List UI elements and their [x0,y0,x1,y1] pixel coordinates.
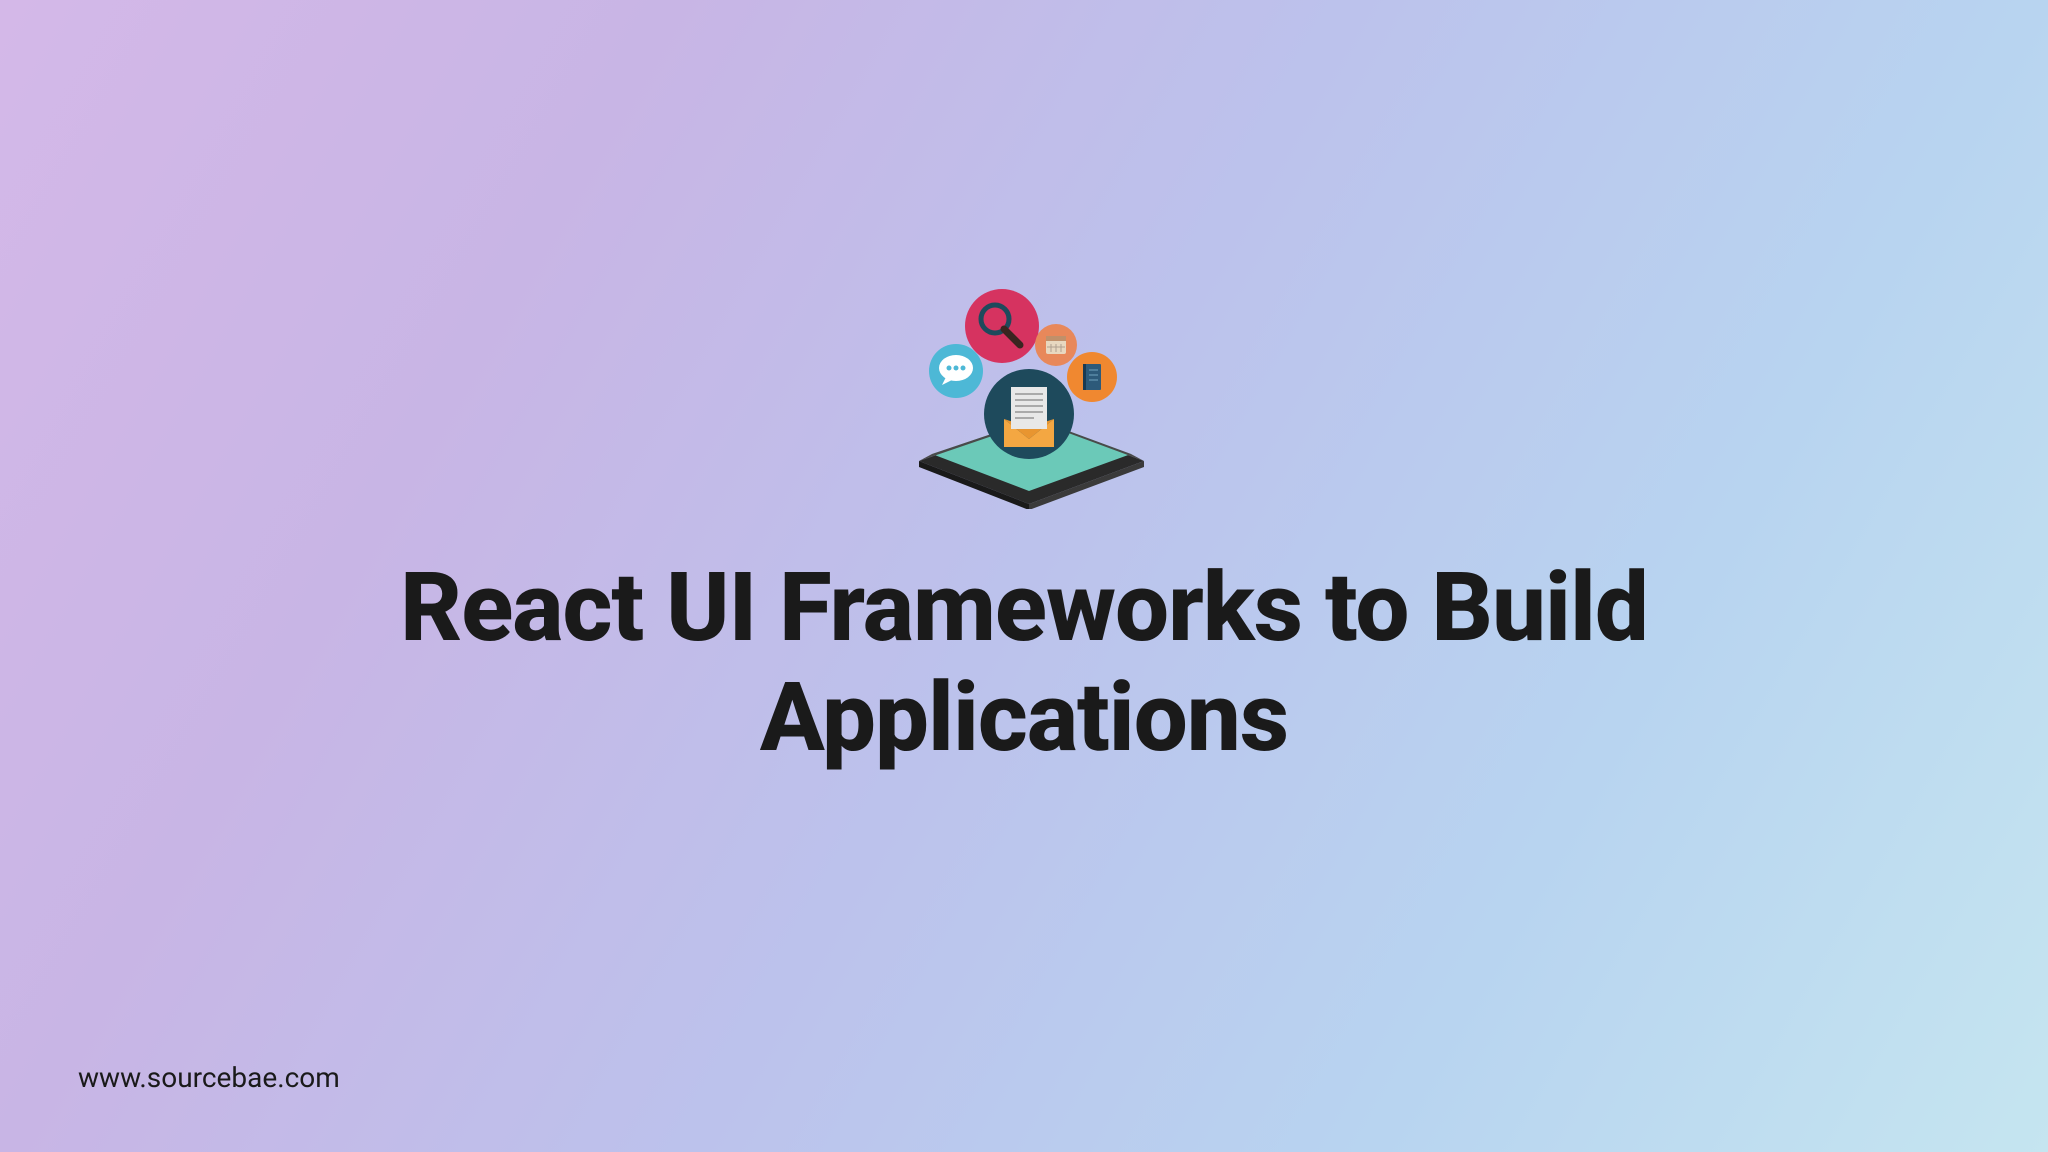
footer-url: www.sourcebae.com [78,1061,340,1094]
main-container: React UI Frameworks to Build Application… [0,0,2048,1152]
tablet-apps-illustration [884,279,1164,513]
page-title: React UI Frameworks to Build Application… [324,553,1724,774]
